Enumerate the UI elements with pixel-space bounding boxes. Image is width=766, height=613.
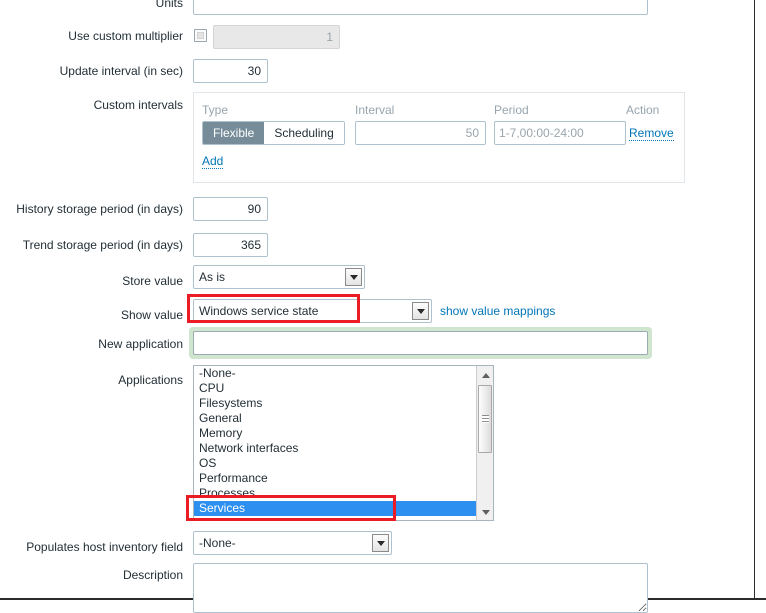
list-item[interactable]: Memory (194, 426, 476, 441)
scrollbar-thumb[interactable] (478, 385, 492, 453)
trend-storage-period-label: Trend storage period (in days) (22, 238, 183, 252)
show-value-label: Show value (120, 308, 183, 322)
update-interval-label: Update interval (in sec) (59, 64, 183, 78)
populates-host-inventory-field-selected-text: -None- (199, 536, 236, 550)
use-custom-multiplier-checkbox[interactable] (194, 29, 207, 42)
populates-host-inventory-field-label: Populates host inventory field (26, 540, 183, 554)
chevron-down-icon[interactable] (412, 302, 429, 320)
custom-multiplier-input (213, 25, 340, 49)
custom-intervals-panel: Type Interval Period Action Flexible Sch… (193, 92, 685, 183)
new-application-focus-ring (189, 327, 652, 359)
chevron-down-icon[interactable] (372, 534, 389, 552)
store-value-select[interactable]: As is (193, 265, 365, 289)
store-value-label: Store value (122, 274, 183, 288)
custom-interval-type-scheduling[interactable]: Scheduling (264, 122, 344, 144)
custom-interval-type-toggle[interactable]: Flexible Scheduling (202, 121, 345, 145)
list-item[interactable]: CPU (194, 381, 476, 396)
custom-interval-period-input[interactable] (494, 121, 626, 145)
custom-interval-interval-input[interactable] (355, 121, 486, 145)
custom-interval-add-link[interactable]: Add (202, 154, 224, 169)
custom-intervals-header-type: Type (202, 103, 229, 117)
page-right-border (754, 0, 755, 600)
list-item[interactable]: Processes (194, 486, 476, 501)
custom-intervals-header-period: Period (494, 103, 529, 117)
show-value-select[interactable]: Windows service state (193, 299, 432, 323)
description-textarea[interactable] (193, 563, 648, 613)
chevron-down-icon[interactable] (345, 268, 362, 286)
store-value-selected-text: As is (199, 270, 226, 284)
custom-intervals-header-action: Action (626, 103, 660, 117)
history-storage-period-label: History storage period (in days) (16, 202, 183, 216)
new-application-input[interactable] (193, 331, 648, 355)
scroll-down-arrow-icon[interactable] (477, 503, 493, 520)
units-label: Units (155, 0, 183, 10)
list-item[interactable]: Performance (194, 471, 476, 486)
show-value-mappings-link[interactable]: show value mappings (440, 304, 555, 318)
use-custom-multiplier-label: Use custom multiplier (68, 29, 183, 43)
custom-interval-type-flexible[interactable]: Flexible (203, 122, 265, 144)
show-value-selected-text: Windows service state (199, 304, 319, 318)
custom-intervals-label: Custom intervals (93, 98, 183, 112)
list-item[interactable]: Network interfaces (194, 441, 476, 456)
update-interval-input[interactable] (193, 59, 268, 83)
scroll-up-arrow-icon[interactable] (477, 366, 493, 383)
list-item[interactable]: General (194, 411, 476, 426)
units-input[interactable] (193, 0, 648, 15)
applications-listbox-scrollbar[interactable] (476, 366, 493, 520)
trend-storage-period-input[interactable] (193, 233, 268, 257)
populates-host-inventory-field-select[interactable]: -None- (193, 531, 392, 555)
list-item[interactable]: OS (194, 456, 476, 471)
custom-intervals-header-interval: Interval (355, 103, 395, 117)
list-item[interactable]: -None- (194, 366, 476, 381)
applications-label: Applications (118, 373, 183, 387)
new-application-label: New application (98, 337, 183, 351)
applications-listbox[interactable]: -None- CPU Filesystems General Memory Ne… (193, 365, 494, 521)
list-item-selected[interactable]: Services (194, 501, 476, 516)
custom-interval-remove-link[interactable]: Remove (629, 126, 674, 141)
description-label: Description (122, 568, 183, 582)
list-item[interactable]: Filesystems (194, 396, 476, 411)
applications-listbox-items[interactable]: -None- CPU Filesystems General Memory Ne… (194, 366, 476, 520)
history-storage-period-input[interactable] (193, 197, 268, 221)
